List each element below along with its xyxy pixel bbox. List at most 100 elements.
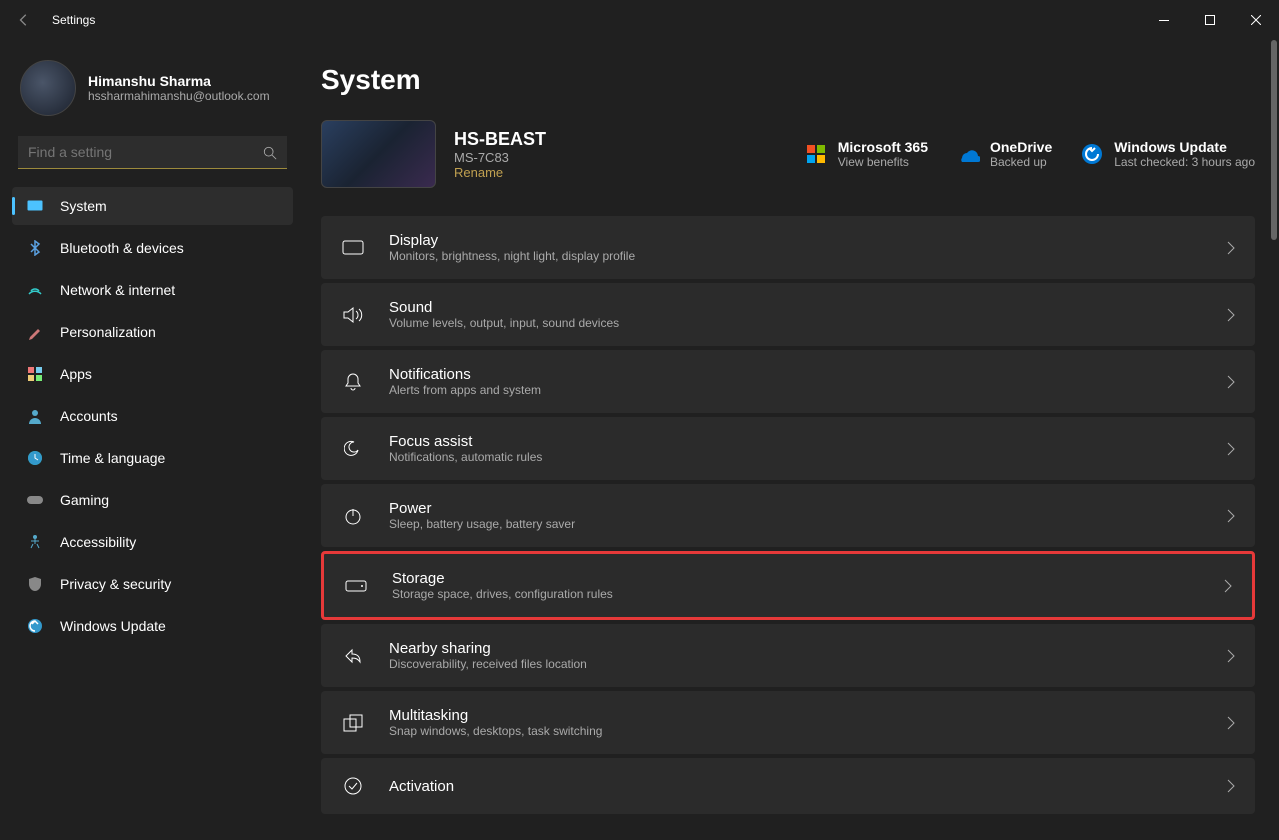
setting-activation[interactable]: Activation	[321, 758, 1255, 814]
status-title: Windows Update	[1114, 139, 1255, 155]
minimize-button[interactable]	[1141, 4, 1187, 36]
status-sub: Last checked: 3 hours ago	[1114, 155, 1255, 169]
setting-nearby-sharing[interactable]: Nearby sharingDiscoverability, received …	[321, 624, 1255, 687]
user-name: Himanshu Sharma	[88, 73, 270, 89]
user-profile[interactable]: Himanshu Sharma hssharmahimanshu@outlook…	[12, 52, 293, 132]
time-icon	[26, 449, 44, 467]
setting-display[interactable]: DisplayMonitors, brightness, night light…	[321, 216, 1255, 279]
accessibility-icon	[26, 533, 44, 551]
setting-title: Power	[389, 500, 575, 517]
rename-link[interactable]: Rename	[454, 165, 546, 180]
nav-label: Privacy & security	[60, 576, 171, 592]
back-button[interactable]	[8, 4, 40, 36]
nav-label: Gaming	[60, 492, 109, 508]
settings-list: DisplayMonitors, brightness, night light…	[321, 216, 1255, 814]
setting-sub: Volume levels, output, input, sound devi…	[389, 316, 619, 330]
search-box	[18, 136, 287, 169]
window-title: Settings	[52, 13, 95, 27]
nav-accounts[interactable]: Accounts	[12, 397, 293, 435]
chevron-right-icon	[1227, 375, 1235, 389]
setting-storage[interactable]: StorageStorage space, drives, configurat…	[321, 551, 1255, 620]
network-icon	[26, 281, 44, 299]
windows-update-card[interactable]: Windows Update Last checked: 3 hours ago	[1080, 139, 1255, 169]
setting-multitasking[interactable]: MultitaskingSnap windows, desktops, task…	[321, 691, 1255, 754]
nav-accessibility[interactable]: Accessibility	[12, 523, 293, 561]
main-content: System HS-BEAST MS-7C83 Rename Microsoft…	[305, 40, 1279, 840]
setting-sub: Sleep, battery usage, battery saver	[389, 517, 575, 531]
nav-label: Network & internet	[60, 282, 175, 298]
nav-label: Bluetooth & devices	[60, 240, 184, 256]
setting-sub: Snap windows, desktops, task switching	[389, 724, 602, 738]
nav-label: Personalization	[60, 324, 156, 340]
status-title: OneDrive	[990, 139, 1052, 155]
apps-icon	[26, 365, 44, 383]
nav-apps[interactable]: Apps	[12, 355, 293, 393]
scrollbar[interactable]	[1271, 40, 1277, 240]
chevron-right-icon	[1227, 442, 1235, 456]
bluetooth-icon	[26, 239, 44, 257]
nav-label: Time & language	[60, 450, 165, 466]
maximize-button[interactable]	[1187, 4, 1233, 36]
onedrive-icon	[956, 142, 980, 166]
search-input[interactable]	[18, 136, 287, 169]
nav-personalization[interactable]: Personalization	[12, 313, 293, 351]
microsoft365-icon	[804, 142, 828, 166]
nav-label: Apps	[60, 366, 92, 382]
chevron-right-icon	[1227, 509, 1235, 523]
sidebar: Himanshu Sharma hssharmahimanshu@outlook…	[0, 40, 305, 840]
setting-sub: Monitors, brightness, night light, displ…	[389, 249, 635, 263]
sound-icon	[341, 303, 365, 327]
close-button[interactable]	[1233, 4, 1279, 36]
setting-title: Storage	[392, 570, 613, 587]
nav-list: System Bluetooth & devices Network & int…	[12, 187, 293, 645]
page-heading: System	[321, 64, 1255, 96]
windows-update-icon	[1080, 142, 1104, 166]
update-icon	[26, 617, 44, 635]
status-sub: View benefits	[838, 155, 928, 169]
status-sub: Backed up	[990, 155, 1052, 169]
user-email: hssharmahimanshu@outlook.com	[88, 89, 270, 103]
chevron-right-icon	[1224, 579, 1232, 593]
nav-time[interactable]: Time & language	[12, 439, 293, 477]
search-icon	[263, 146, 277, 160]
setting-title: Focus assist	[389, 433, 542, 450]
setting-sub: Discoverability, received files location	[389, 657, 587, 671]
power-icon	[341, 504, 365, 528]
nav-bluetooth[interactable]: Bluetooth & devices	[12, 229, 293, 267]
setting-sound[interactable]: SoundVolume levels, output, input, sound…	[321, 283, 1255, 346]
nav-label: Accounts	[60, 408, 118, 424]
multitasking-icon	[341, 711, 365, 735]
avatar	[20, 60, 76, 116]
titlebar: Settings	[0, 0, 1279, 40]
setting-title: Sound	[389, 299, 619, 316]
nav-gaming[interactable]: Gaming	[12, 481, 293, 519]
chevron-right-icon	[1227, 241, 1235, 255]
nav-update[interactable]: Windows Update	[12, 607, 293, 645]
setting-power[interactable]: PowerSleep, battery usage, battery saver	[321, 484, 1255, 547]
setting-sub: Alerts from apps and system	[389, 383, 541, 397]
onedrive-card[interactable]: OneDrive Backed up	[956, 139, 1052, 169]
chevron-right-icon	[1227, 716, 1235, 730]
setting-sub: Storage space, drives, configuration rul…	[392, 587, 613, 601]
microsoft365-card[interactable]: Microsoft 365 View benefits	[804, 139, 928, 169]
nav-label: System	[60, 198, 107, 214]
window-controls	[1141, 4, 1279, 36]
setting-focus-assist[interactable]: Focus assistNotifications, automatic rul…	[321, 417, 1255, 480]
setting-title: Multitasking	[389, 707, 602, 724]
personalization-icon	[26, 323, 44, 341]
chevron-right-icon	[1227, 308, 1235, 322]
nav-privacy[interactable]: Privacy & security	[12, 565, 293, 603]
setting-notifications[interactable]: NotificationsAlerts from apps and system	[321, 350, 1255, 413]
nav-system[interactable]: System	[12, 187, 293, 225]
chevron-right-icon	[1227, 649, 1235, 663]
setting-sub: Notifications, automatic rules	[389, 450, 542, 464]
privacy-icon	[26, 575, 44, 593]
device-thumbnail[interactable]	[321, 120, 436, 188]
device-card: HS-BEAST MS-7C83 Rename Microsoft 365 Vi…	[321, 120, 1255, 188]
nav-network[interactable]: Network & internet	[12, 271, 293, 309]
storage-icon	[344, 574, 368, 598]
setting-title: Notifications	[389, 366, 541, 383]
device-name: HS-BEAST	[454, 129, 546, 150]
nav-label: Accessibility	[60, 534, 136, 550]
setting-title: Activation	[389, 778, 454, 795]
